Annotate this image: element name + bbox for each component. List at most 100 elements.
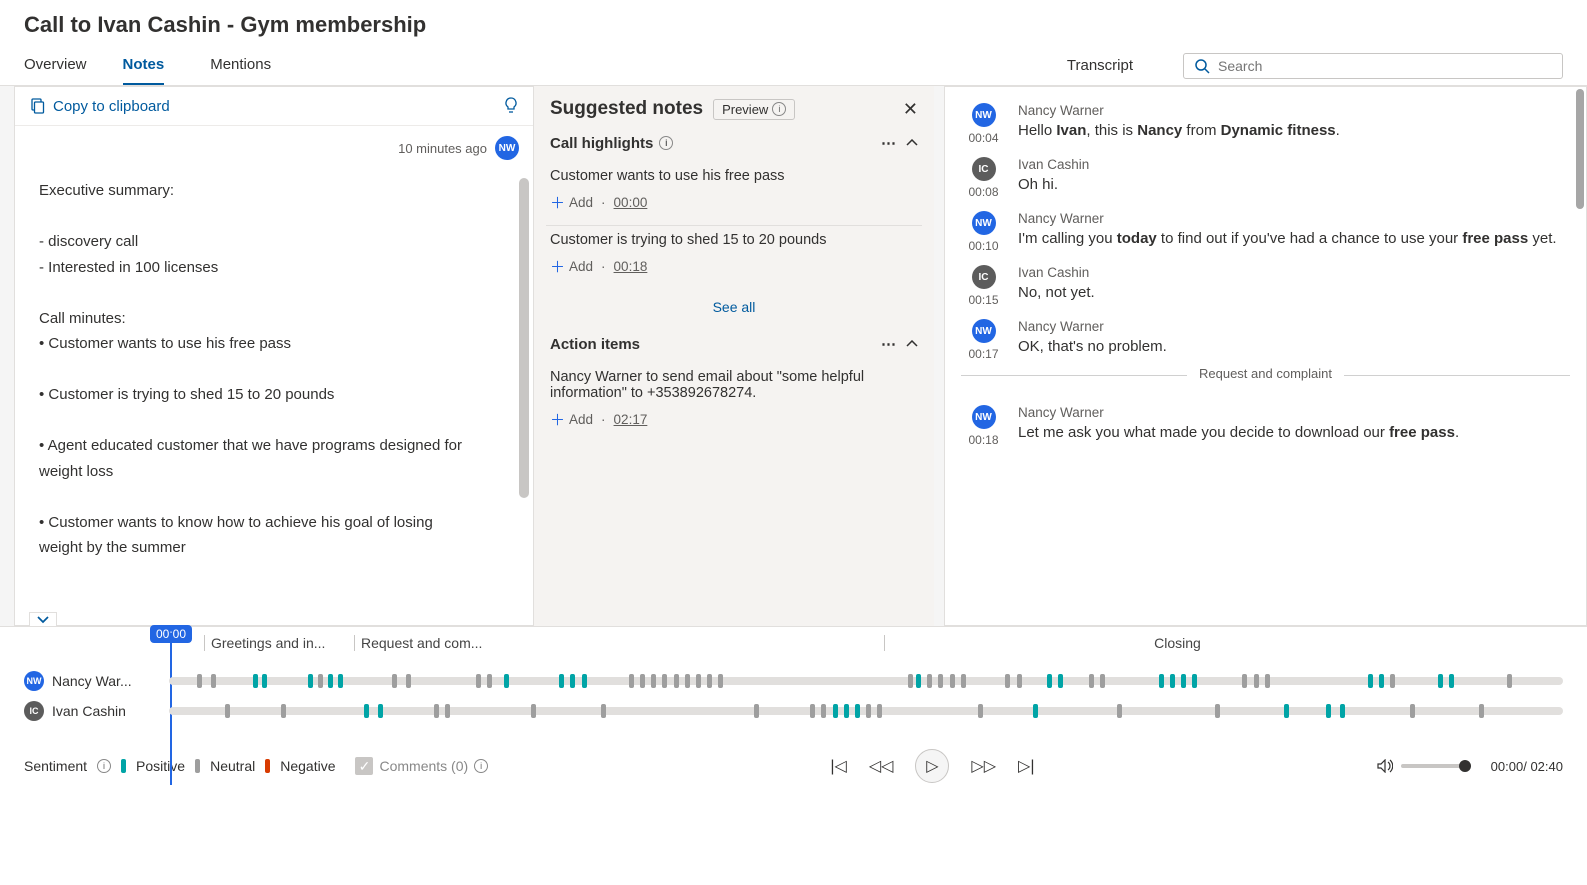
speaker-name: Nancy Warner	[1018, 319, 1570, 334]
search-box[interactable]	[1183, 53, 1563, 79]
skip-start-button[interactable]: |◁	[830, 756, 846, 776]
copy-icon	[29, 98, 45, 114]
more-icon[interactable]: ⋯	[881, 134, 896, 152]
speaker-avatar: NW	[972, 405, 996, 429]
transcript-text: Hello Ivan, this is Nancy from Dynamic f…	[1018, 120, 1570, 142]
search-input[interactable]	[1218, 58, 1552, 74]
speaker-avatar: IC	[972, 157, 996, 181]
see-all-link[interactable]: See all	[546, 289, 922, 325]
transcript-text: No, not yet.	[1018, 282, 1570, 304]
timestamp-link[interactable]: 00:18	[614, 259, 648, 274]
timestamp-link[interactable]: 02:17	[614, 412, 648, 427]
speaker-name: Nancy Warner	[1018, 405, 1570, 420]
timeline-segment[interactable]: Request and com...	[354, 635, 884, 651]
forward-button[interactable]: ▷▷	[971, 756, 996, 776]
timeline-bar[interactable]	[169, 707, 1563, 715]
highlight-item: Customer is trying to shed 15 to 20 poun…	[546, 226, 922, 289]
volume-control[interactable]	[1377, 759, 1471, 773]
preview-badge: Preview i	[713, 99, 795, 120]
transcript-row[interactable]: NW00:10Nancy WarnerI'm calling you today…	[961, 205, 1570, 259]
positive-swatch	[121, 759, 126, 773]
lightbulb-icon[interactable]	[503, 97, 519, 115]
checkbox-icon: ✓	[355, 757, 373, 775]
play-button[interactable]: ▷	[915, 749, 949, 783]
transcript-row[interactable]: IC00:08Ivan CashinOh hi.	[961, 151, 1570, 205]
close-suggested-button[interactable]: ✕	[903, 99, 918, 120]
transcript-section-divider: Request and complaint	[961, 375, 1570, 391]
timeline-bar[interactable]	[169, 677, 1563, 685]
notes-scrollbar[interactable]	[519, 178, 529, 498]
expand-notes-button[interactable]	[29, 612, 57, 627]
info-icon[interactable]: i	[97, 759, 111, 773]
suggested-title: Suggested notes	[550, 98, 703, 120]
speaker-avatar: IC	[972, 265, 996, 289]
speaker-avatar: NW	[972, 103, 996, 127]
transcript-scrollbar[interactable]	[1576, 89, 1584, 209]
transcript-timestamp: 00:15	[968, 293, 998, 307]
chevron-up-icon[interactable]	[906, 340, 918, 348]
suggested-notes-panel: Suggested notes Preview i ✕ Call highlig…	[534, 86, 934, 626]
track-avatar: IC	[24, 701, 44, 721]
transcript-row[interactable]: NW 00:17 Nancy Warner OK, that's no problem…	[961, 313, 1570, 367]
transcript-header-label: Transcript	[1057, 47, 1163, 84]
transcript-panel: NW 00:04 Nancy Warner Hello Ivan, this is N…	[944, 86, 1587, 626]
speaker-name: Ivan Cashin	[1018, 265, 1570, 280]
time-display: 00:00/ 02:40	[1491, 759, 1563, 774]
search-icon	[1194, 58, 1210, 74]
timeline-segment[interactable]: Greetings and in...	[204, 635, 354, 651]
highlight-item: Customer wants to use his free pass＋ Add…	[546, 162, 922, 226]
player-controls: |◁ ◁◁ ▷ ▷▷ ▷|	[830, 749, 1034, 783]
track-name: Ivan Cashin	[52, 703, 126, 719]
call-highlights-title: Call highlights	[550, 135, 653, 152]
transcript-text: Let me ask you what made you decide to d…	[1018, 422, 1570, 444]
comments-toggle[interactable]: ✓ Comments (0) i	[355, 757, 488, 775]
transcript-timestamp: 00:04	[968, 131, 998, 145]
volume-slider[interactable]	[1401, 764, 1471, 768]
action-items-title: Action items	[550, 336, 640, 353]
notes-author-avatar: NW	[495, 136, 519, 160]
skip-end-button[interactable]: ▷|	[1018, 756, 1034, 776]
speaker-name: Nancy Warner	[1018, 103, 1570, 118]
transcript-text: OK, that's no problem.	[1018, 336, 1570, 358]
volume-icon	[1377, 759, 1393, 773]
negative-swatch	[265, 759, 270, 773]
speaker-avatar: NW	[972, 319, 996, 343]
timeline-segments: Greetings and in...Request and com...Clo…	[24, 635, 1563, 661]
transcript-row[interactable]: IC 00:15 Ivan Cashin No, not yet.	[961, 259, 1570, 313]
timeline: 00:00 Greetings and in...Request and com…	[0, 626, 1587, 739]
timeline-segment[interactable]: Closing	[884, 635, 1464, 651]
more-icon[interactable]: ⋯	[881, 335, 896, 353]
transcript-timestamp: 00:17	[968, 347, 998, 361]
add-button[interactable]: ＋ Add	[550, 256, 593, 277]
info-icon[interactable]: i	[659, 136, 673, 150]
rewind-button[interactable]: ◁◁	[869, 756, 894, 776]
main-area: Copy to clipboard 10 minutes ago NW Exec…	[0, 86, 1587, 626]
copy-to-clipboard-button[interactable]: Copy to clipboard	[29, 98, 170, 115]
transcript-body[interactable]: NW 00:04 Nancy Warner Hello Ivan, this is N…	[945, 87, 1586, 463]
chevron-up-icon[interactable]	[906, 139, 918, 147]
track-avatar: NW	[24, 671, 44, 691]
add-button[interactable]: ＋ Add	[550, 409, 593, 430]
transcript-row[interactable]: NW 00:04 Nancy Warner Hello Ivan, this is N…	[961, 97, 1570, 151]
timeline-track: IC Ivan Cashin	[24, 701, 1563, 721]
bottom-bar: Sentiment i Positive Neutral Negative ✓ …	[0, 739, 1587, 793]
transcript-row[interactable]: NW00:18Nancy WarnerLet me ask you what m…	[961, 399, 1570, 453]
timestamp-link[interactable]: 00:00	[614, 195, 648, 210]
track-name: Nancy War...	[52, 673, 132, 689]
speaker-avatar: NW	[972, 211, 996, 235]
notes-panel: Copy to clipboard 10 minutes ago NW Exec…	[14, 86, 534, 626]
notes-text[interactable]: Executive summary: - discovery call - In…	[39, 178, 469, 561]
tab-mentions[interactable]: Mentions	[200, 46, 281, 85]
info-icon[interactable]: i	[474, 759, 488, 773]
notes-timestamp: 10 minutes ago	[398, 141, 487, 156]
notes-body[interactable]: Executive summary: - discovery call - In…	[15, 170, 533, 581]
transcript-text: Oh hi.	[1018, 174, 1570, 196]
page-title: Call to Ivan Cashin - Gym membership	[0, 0, 1587, 46]
action-item: Nancy Warner to send email about "some h…	[546, 363, 922, 442]
speaker-name: Nancy Warner	[1018, 211, 1570, 226]
add-button[interactable]: ＋ Add	[550, 192, 593, 213]
tab-overview[interactable]: Overview	[24, 46, 87, 85]
info-icon[interactable]: i	[772, 102, 786, 116]
tab-notes[interactable]: Notes	[123, 46, 165, 85]
copy-label: Copy to clipboard	[53, 98, 170, 115]
